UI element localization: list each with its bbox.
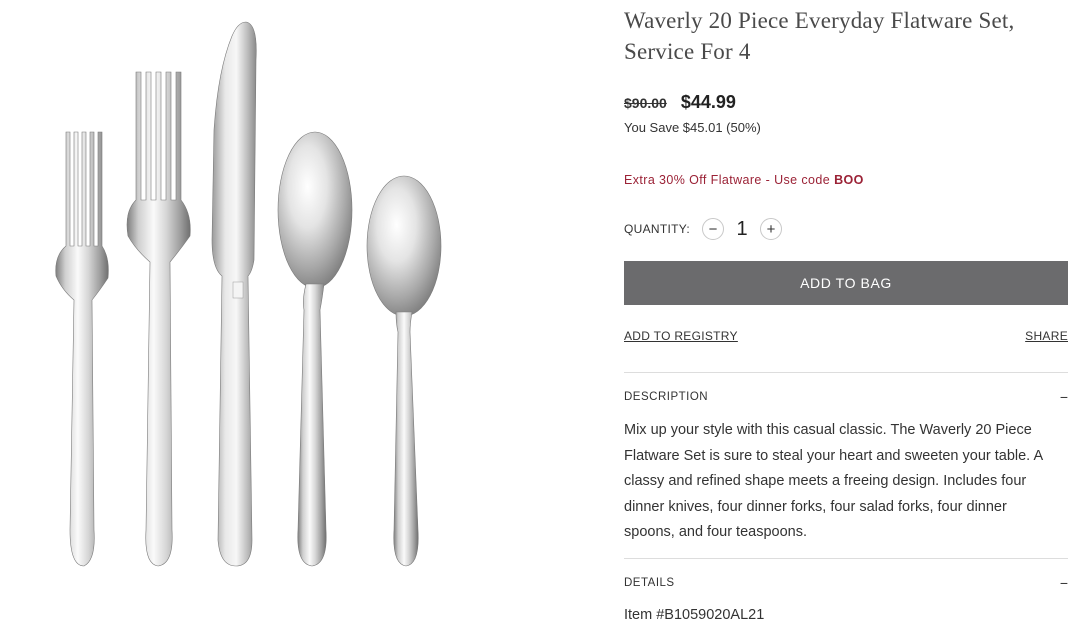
savings-text: You Save $45.01 (50%) — [624, 120, 761, 135]
add-to-bag-button[interactable]: ADD TO BAG — [624, 261, 1068, 305]
share-link[interactable]: SHARE — [1025, 329, 1068, 343]
description-section-header[interactable]: DESCRIPTION − — [624, 390, 1068, 404]
divider — [624, 372, 1068, 373]
details-section-header[interactable]: DETAILS − — [624, 576, 1068, 590]
secondary-actions: ADD TO REGISTRY SHARE — [624, 329, 1068, 343]
original-price: $90.00 — [624, 95, 667, 111]
quantity-decrease-button[interactable]: − — [702, 218, 725, 240]
price-row: $90.00 $44.99 — [624, 92, 736, 113]
item-number: Item #B1059020AL21 — [624, 607, 765, 623]
quantity-stepper: QUANTITY: − 1 + — [624, 216, 783, 242]
description-title: DESCRIPTION — [624, 391, 709, 403]
collapse-icon[interactable]: − — [1050, 390, 1068, 404]
quantity-value[interactable]: 1 — [724, 218, 760, 241]
promo-code: BOO — [834, 173, 864, 187]
quantity-label: QUANTITY: — [624, 222, 691, 236]
add-to-registry-link[interactable]: ADD TO REGISTRY — [624, 329, 738, 343]
collapse-icon[interactable]: − — [1050, 576, 1068, 590]
dinner-spoon — [277, 131, 353, 567]
product-image-area[interactable] — [0, 0, 600, 629]
teaspoon — [366, 175, 442, 567]
product-title: Waverly 20 Piece Everyday Flatware Set, … — [624, 8, 1015, 64]
sale-price: $44.99 — [680, 92, 736, 112]
promo-message: Extra 30% Off Flatware - Use code BOO — [624, 173, 864, 187]
dinner-fork — [126, 71, 191, 567]
salad-fork — [55, 131, 109, 567]
dinner-knife — [211, 21, 257, 567]
flatware-image — [55, 21, 442, 567]
promo-text: Extra 30% Off Flatware - Use code — [624, 173, 831, 187]
product-info-panel: Waverly 20 Piece Everyday Flatware Set, … — [624, 0, 1068, 629]
quantity-increase-button[interactable]: + — [760, 218, 783, 240]
details-title: DETAILS — [624, 577, 675, 589]
description-body: Mix up your style with this casual class… — [624, 422, 1043, 540]
divider — [624, 558, 1068, 559]
